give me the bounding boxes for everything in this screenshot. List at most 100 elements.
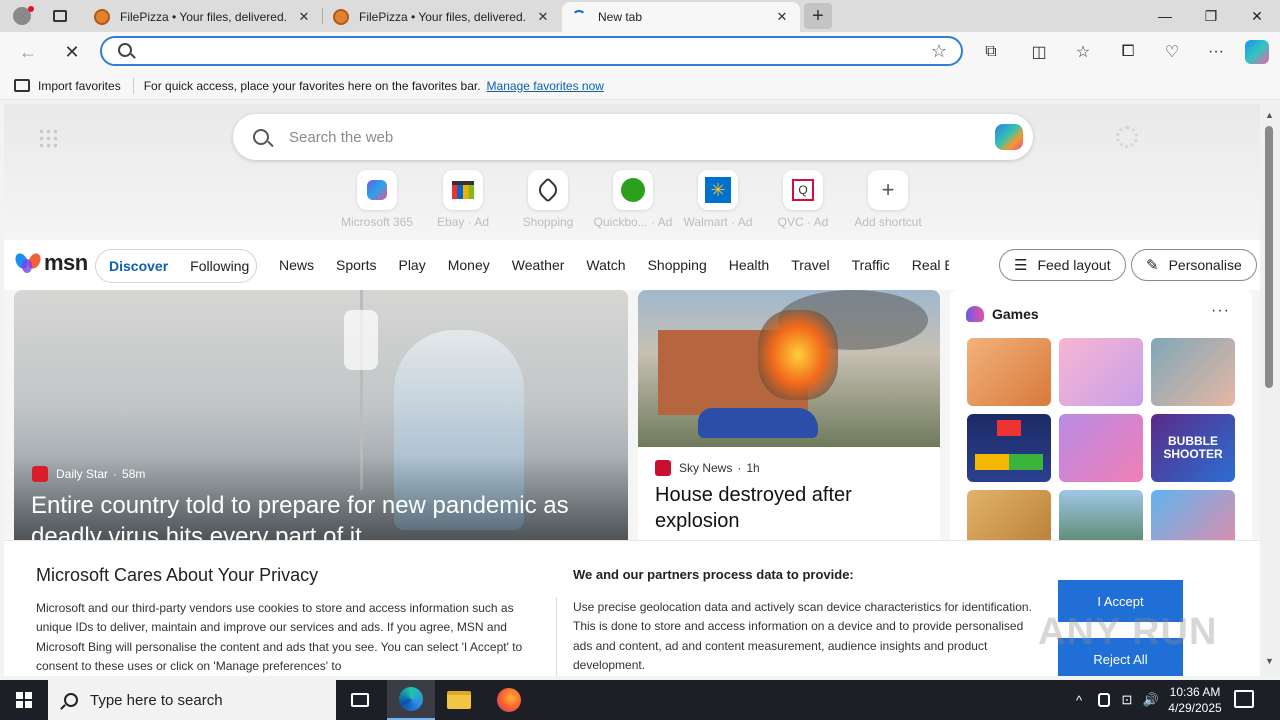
- new-tab-button[interactable]: +: [804, 3, 832, 29]
- news-image: [638, 290, 940, 447]
- shortcut-microsoft-365[interactable]: Microsoft 365: [337, 170, 417, 229]
- browser-tab-2[interactable]: FilePizza • Your files, delivered. ✕: [323, 2, 561, 32]
- notification-center-icon[interactable]: [1234, 690, 1254, 708]
- source-name: Sky News: [679, 461, 733, 475]
- browser-tab-3[interactable]: New tab ✕: [562, 2, 800, 32]
- game-thumbnail[interactable]: BUBBLE SHOOTER: [1151, 414, 1235, 482]
- shortcut-walmart[interactable]: ✳ Walmart · Ad: [678, 170, 758, 229]
- system-clock[interactable]: 10:36 AM 4/29/2025: [1160, 684, 1230, 716]
- game-thumbnail[interactable]: [967, 414, 1051, 482]
- tab-actions-button[interactable]: [44, 0, 76, 32]
- tab-following[interactable]: Following: [190, 258, 249, 274]
- manage-favorites-link[interactable]: Manage favorites now: [487, 79, 604, 93]
- collections-icon[interactable]: ⧠: [1114, 39, 1142, 65]
- main-news-card[interactable]: Daily Star · 58m Entire country told to …: [14, 290, 628, 576]
- nav-link-traffic[interactable]: Traffic: [852, 257, 890, 273]
- sliders-icon: ☰: [1014, 257, 1028, 274]
- microsoft-365-icon: [357, 170, 397, 210]
- personalise-icon: ✎: [1146, 257, 1159, 274]
- favorites-icon[interactable]: ☆: [1069, 39, 1097, 65]
- back-button[interactable]: ←: [14, 38, 42, 66]
- settings-gear-icon[interactable]: [1116, 126, 1138, 148]
- nav-link-health[interactable]: Health: [729, 257, 769, 273]
- shortcut-label: Shopping: [522, 215, 574, 229]
- nav-link-watch[interactable]: Watch: [586, 257, 625, 273]
- games-panel: Games ··· BUBBLE SHOOTER: [950, 290, 1252, 576]
- copilot-icon[interactable]: [995, 124, 1023, 150]
- shortcut-qvc[interactable]: Q QVC · Ad: [763, 170, 843, 229]
- import-icon: [14, 79, 30, 92]
- shortcut-label: Microsoft 365: [340, 215, 414, 229]
- restore-button[interactable]: ❐: [1188, 0, 1234, 32]
- copilot-icon[interactable]: [1245, 40, 1269, 64]
- address-bar[interactable]: ☆: [100, 36, 963, 66]
- nav-link-sports[interactable]: Sports: [336, 257, 376, 273]
- browser-tab-1[interactable]: FilePizza • Your files, delivered. ✕: [84, 2, 322, 32]
- search-icon: [64, 693, 78, 707]
- shortcut-quickbooks[interactable]: Quickbo... · Ad: [593, 170, 673, 229]
- web-search-input[interactable]: [289, 126, 939, 148]
- security-tray-icon[interactable]: [1094, 680, 1114, 720]
- profile-button[interactable]: [0, 0, 44, 32]
- extensions-icon[interactable]: ⧉: [977, 39, 1005, 65]
- close-tab-icon[interactable]: ✕: [296, 9, 312, 25]
- shortcut-label: Walmart · Ad: [683, 215, 753, 229]
- more-options-icon[interactable]: ···: [1211, 302, 1230, 320]
- shortcut-ebay[interactable]: Ebay · Ad: [423, 170, 503, 229]
- feed-layout-button[interactable]: ☰ Feed layout: [999, 249, 1126, 281]
- game-thumbnail[interactable]: [1059, 338, 1143, 406]
- add-shortcut-button[interactable]: + Add shortcut: [848, 170, 928, 229]
- file-explorer-button[interactable]: [435, 680, 483, 720]
- import-favorites-button[interactable]: Import favorites: [14, 79, 121, 93]
- personalise-button[interactable]: ✎ Personalise: [1131, 249, 1257, 281]
- scroll-down-arrow-icon[interactable]: ▼: [1265, 656, 1274, 666]
- firefox-button[interactable]: [485, 680, 533, 720]
- tab-discover[interactable]: Discover: [109, 258, 168, 274]
- minimize-button[interactable]: —: [1142, 0, 1188, 32]
- nav-link-shopping[interactable]: Shopping: [648, 257, 707, 273]
- source-name: Daily Star: [56, 467, 109, 481]
- qvc-icon: Q: [783, 170, 823, 210]
- edge-taskbar-button[interactable]: [387, 680, 435, 720]
- app-launcher-icon[interactable]: [38, 128, 58, 148]
- msn-logo[interactable]: msn: [13, 250, 88, 276]
- nav-link-news[interactable]: News: [279, 257, 314, 273]
- headline: House destroyed after explosion: [655, 484, 852, 532]
- favorites-divider: [132, 77, 134, 94]
- loading-spinner-icon: [572, 10, 586, 24]
- game-thumbnail[interactable]: [967, 338, 1051, 406]
- scroll-up-arrow-icon[interactable]: ▲: [1265, 110, 1274, 120]
- volume-icon[interactable]: 🔊: [1140, 680, 1162, 720]
- show-hidden-icons-button[interactable]: ^: [1068, 680, 1090, 720]
- page-scrollbar[interactable]: ▲ ▼: [1260, 104, 1280, 676]
- import-favorites-label: Import favorites: [38, 78, 121, 93]
- nav-link-travel[interactable]: Travel: [791, 257, 829, 273]
- close-tab-icon[interactable]: ✕: [535, 9, 551, 25]
- notification-dot: [28, 6, 34, 12]
- close-window-button[interactable]: ✕: [1234, 0, 1280, 32]
- close-tab-icon[interactable]: ✕: [774, 9, 790, 25]
- taskbar-search-box[interactable]: Type here to search: [48, 680, 336, 720]
- start-button[interactable]: [0, 680, 48, 720]
- more-icon[interactable]: ···: [1202, 39, 1230, 65]
- game-thumbnail[interactable]: [1151, 338, 1235, 406]
- fire-shape: [758, 310, 838, 400]
- nav-link-real-estate[interactable]: Real E: [912, 257, 949, 273]
- shortcut-shopping[interactable]: Shopping: [508, 170, 588, 229]
- nav-link-money[interactable]: Money: [448, 257, 490, 273]
- game-thumbnail[interactable]: [1059, 414, 1143, 482]
- task-view-button[interactable]: [336, 680, 384, 720]
- stop-loading-button[interactable]: ✕: [58, 38, 86, 66]
- add-favorite-star-icon[interactable]: ☆: [931, 41, 947, 62]
- quickbooks-icon: [613, 170, 653, 210]
- scrollbar-thumb[interactable]: [1265, 126, 1273, 388]
- secondary-news-card[interactable]: Sky News · 1h House destroyed after expl…: [638, 290, 940, 576]
- hero-area: Microsoft 365 Ebay · Ad Shopping Quickbo…: [4, 104, 1260, 240]
- network-icon[interactable]: ⊡: [1116, 680, 1138, 720]
- edge-icon: [399, 687, 423, 711]
- split-screen-icon[interactable]: ◫: [1025, 39, 1053, 65]
- browser-essentials-icon[interactable]: ♡: [1158, 39, 1186, 65]
- nav-link-play[interactable]: Play: [398, 257, 425, 273]
- filepizza-favicon-icon: [333, 9, 349, 25]
- nav-link-weather[interactable]: Weather: [512, 257, 565, 273]
